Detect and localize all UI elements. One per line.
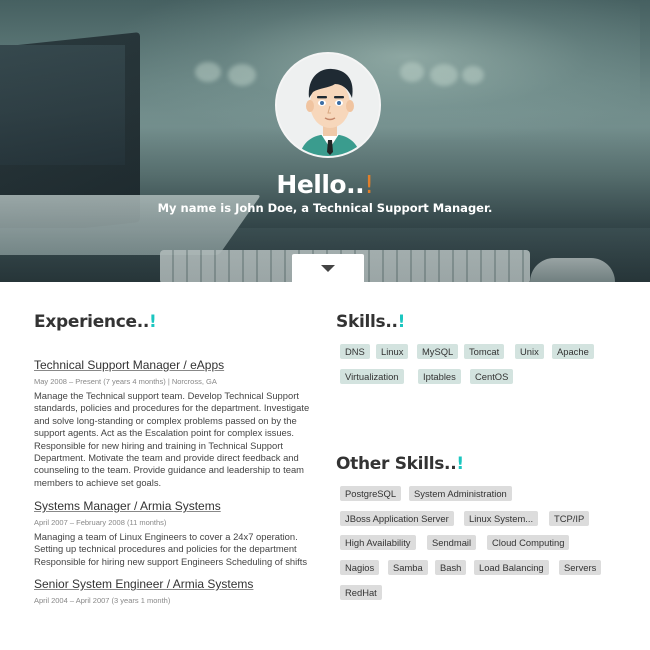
- hero-greeting-text: Hello..: [276, 170, 365, 199]
- job-meta: May 2008 – Present (7 years 4 months) | …: [34, 377, 217, 386]
- other-skills-heading-accent: !: [456, 454, 464, 474]
- avatar-illustration: [277, 54, 379, 156]
- job-description: Manage the Technical support team. Devel…: [34, 390, 310, 488]
- job-meta: April 2007 – February 2008 (11 months): [34, 518, 167, 527]
- skill-tag: MySQL: [417, 344, 459, 359]
- skill-tag: Iptables: [418, 369, 461, 384]
- other-skill-tag: Linux System...: [464, 511, 539, 526]
- job-title-link[interactable]: Systems Manager / Armia Systems: [34, 499, 221, 513]
- skills-heading: Skills..!: [336, 312, 405, 332]
- other-skill-tag: TCP/IP: [549, 511, 590, 526]
- other-skill-tag: PostgreSQL: [340, 486, 402, 501]
- skill-tag: CentOS: [470, 369, 514, 384]
- experience-item: Systems Manager / Armia Systems April 20…: [34, 497, 314, 568]
- other-skill-tag: Load Balancing: [474, 560, 549, 575]
- hero-greeting-accent: !: [364, 170, 374, 199]
- job-title-link[interactable]: Technical Support Manager / eApps: [34, 358, 224, 372]
- avatar: [275, 52, 381, 158]
- other-skill-tag: Cloud Computing: [487, 535, 570, 550]
- experience-heading-accent: !: [149, 312, 157, 332]
- other-skill-tag: Samba: [388, 560, 428, 575]
- experience-heading: Experience..!: [34, 312, 157, 332]
- hero-greeting: Hello..!: [0, 170, 650, 199]
- skills-tag-list: DNS Linux MySQL Tomcat Unix Apache Virtu…: [340, 344, 640, 389]
- skill-tag: Virtualization: [340, 369, 404, 384]
- other-skill-tag: High Availability: [340, 535, 416, 550]
- other-skills-heading-text: Other Skills..: [336, 454, 457, 474]
- other-skill-tag: RedHat: [340, 585, 382, 600]
- other-skill-tag: JBoss Application Server: [340, 511, 454, 526]
- skill-tag: Tomcat: [464, 344, 505, 359]
- other-skills-heading: Other Skills..!: [336, 454, 464, 474]
- skill-tag: Apache: [552, 344, 594, 359]
- skill-tag: Unix: [515, 344, 544, 359]
- scroll-down-button[interactable]: [292, 254, 364, 282]
- job-description: Managing a team of Linux Engineers to co…: [34, 531, 308, 567]
- other-skill-tag: Servers: [559, 560, 602, 575]
- job-meta: April 2004 – April 2007 (3 years 1 month…: [34, 596, 171, 605]
- other-skill-tag: Sendmail: [427, 535, 477, 550]
- other-skill-tag: Bash: [435, 560, 467, 575]
- experience-item: Senior System Engineer / Armia Systems A…: [34, 575, 314, 605]
- chevron-down-icon: [321, 265, 335, 272]
- experience-item: Technical Support Manager / eApps May 20…: [34, 356, 314, 489]
- hero-subtitle: My name is John Doe, a Technical Support…: [157, 201, 493, 215]
- skills-heading-text: Skills..: [336, 312, 398, 332]
- other-skill-tag: Nagios: [340, 560, 380, 575]
- job-title-link[interactable]: Senior System Engineer / Armia Systems: [34, 577, 253, 591]
- experience-heading-text: Experience..: [34, 312, 150, 332]
- skills-heading-accent: !: [397, 312, 406, 332]
- skill-tag: DNS: [340, 344, 370, 359]
- other-skills-tag-list: PostgreSQL System Administration JBoss A…: [340, 486, 640, 601]
- other-skill-tag: System Administration: [409, 486, 512, 501]
- skill-tag: Linux: [376, 344, 409, 359]
- hero-banner: Hello..! My name is John Doe, a Technica…: [0, 0, 650, 282]
